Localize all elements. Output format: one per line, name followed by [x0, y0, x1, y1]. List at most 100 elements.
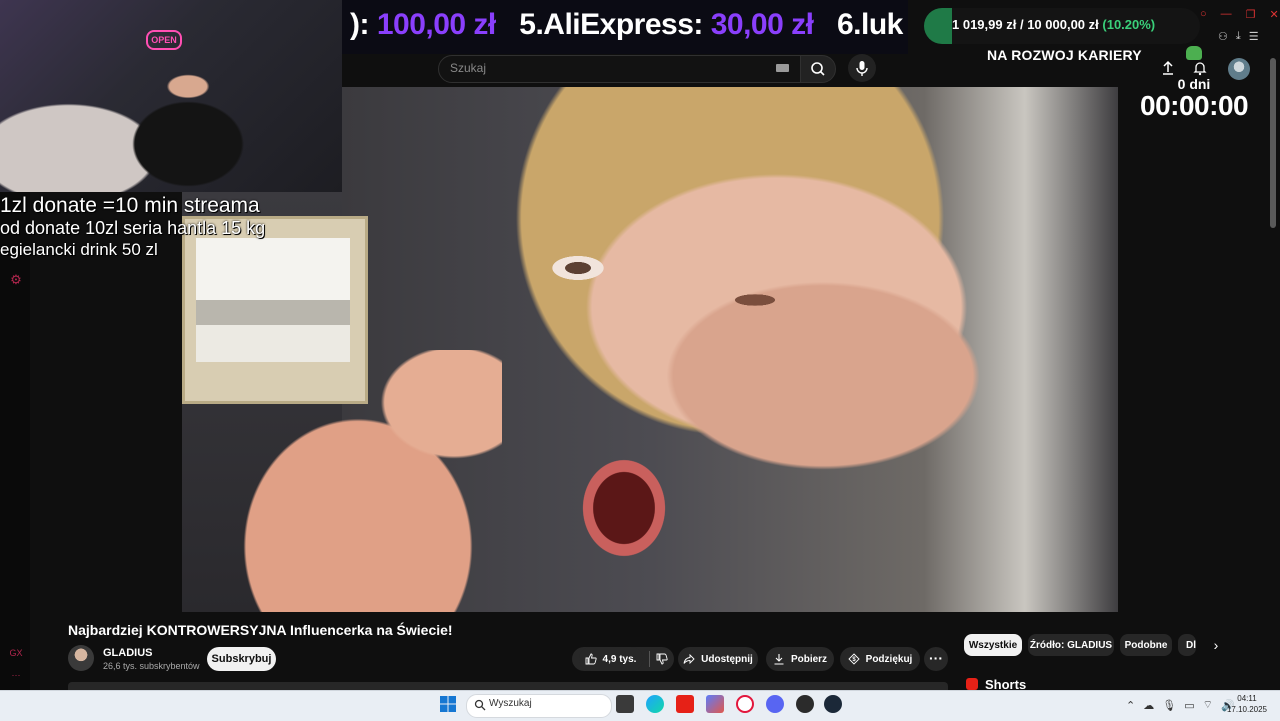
- subathon-timer: 00:00:00: [1140, 90, 1249, 121]
- microphone-icon[interactable]: 🎙: [1162, 699, 1176, 712]
- microphone-icon: [856, 61, 868, 76]
- bell-icon: [1193, 62, 1207, 76]
- goal-current: 1 019,99 zł: [952, 17, 1017, 32]
- chip-truncated[interactable]: Dl: [1178, 634, 1196, 656]
- search-icon[interactable]: ○: [1200, 8, 1207, 24]
- rail-more-icon[interactable]: ···: [8, 670, 24, 680]
- window-controls: ○ — ❐ ✕: [1200, 8, 1280, 24]
- face-eye-wink: [720, 290, 790, 310]
- minimize-icon[interactable]: —: [1221, 8, 1232, 24]
- search-input[interactable]: [438, 55, 802, 83]
- clock-date: 17.10.2025: [1226, 705, 1268, 714]
- left-nav-rail: [0, 192, 30, 690]
- upload-icon: [1163, 60, 1173, 75]
- goal-separator: /: [1019, 17, 1024, 32]
- frog-emote-icon: [1186, 46, 1202, 60]
- video-title: Najbardziej KONTROWERSYJNA Influencerka …: [68, 622, 453, 638]
- browser-toolbar-icons: ⚇ ⤓ ☰: [1218, 30, 1280, 46]
- chevron-up-icon[interactable]: ⌃: [1126, 699, 1135, 712]
- like-dislike-group: 4,9 tys.: [572, 647, 674, 671]
- notifications-button[interactable]: [1192, 60, 1208, 76]
- windows-logo-icon: [440, 696, 456, 712]
- goal-target: 10 000,00 zł: [1027, 17, 1099, 32]
- thanks-button[interactable]: $ Podziękuj: [840, 647, 920, 671]
- ticker-item-5: 5.AliExpress:: [519, 8, 703, 41]
- shorts-icon: [966, 678, 978, 690]
- search-icon: [474, 698, 486, 711]
- channel-subscribers: 26,6 tys. subskrybentów: [103, 661, 200, 671]
- subscribe-button[interactable]: Subskrybuj: [207, 647, 276, 671]
- search-button[interactable]: [800, 55, 836, 83]
- obs-icon[interactable]: [796, 695, 814, 713]
- donation-goal-fill: [924, 8, 953, 44]
- start-button[interactable]: [440, 696, 456, 712]
- share-button[interactable]: Udostępnij: [678, 647, 758, 671]
- ticker-item-6: 6.luk: [836, 8, 903, 41]
- face-mouth: [576, 452, 672, 564]
- goal-label: NA ROZWOJ KARIERY: [987, 47, 1142, 63]
- thanks-label: Podziękuj: [865, 653, 913, 665]
- search-icon: [811, 62, 825, 76]
- system-tray: ⌃ ☁ 🎙 ▭ ⌔ 🔊: [1126, 697, 1235, 713]
- wifi-icon[interactable]: ⌔: [1203, 698, 1213, 712]
- page-scrollbar[interactable]: [1270, 58, 1276, 228]
- opera-gx-icon[interactable]: [736, 695, 754, 713]
- account-avatar[interactable]: [1228, 58, 1250, 80]
- snipping-tool-icon[interactable]: [706, 695, 724, 713]
- ticker-text: ): 100,00 zł 5.AliExpress: 30,00 zł 6.lu…: [350, 8, 903, 42]
- taskbar-clock[interactable]: 04:11 17.10.2025: [1224, 693, 1270, 715]
- more-actions-button[interactable]: ···: [924, 647, 948, 671]
- like-divider: [648, 651, 650, 667]
- streamer-webcam: [0, 0, 342, 192]
- like-count: 4,9 tys.: [602, 653, 637, 665]
- edge-icon[interactable]: [646, 695, 664, 713]
- keyboard-icon[interactable]: [776, 64, 789, 72]
- goal-percent: (10.20%): [1102, 17, 1156, 32]
- windows-taskbar: [0, 690, 1280, 721]
- super-thanks-icon: $: [848, 653, 860, 665]
- chevron-right-icon[interactable]: ›: [1208, 636, 1224, 654]
- restore-icon[interactable]: ❐: [1246, 8, 1256, 24]
- ticker-prefix: ):: [350, 8, 369, 41]
- ticker-amount-5: 30,00 zł: [710, 8, 814, 41]
- voice-search-button[interactable]: [848, 54, 876, 82]
- share-label: Udostępnij: [701, 653, 753, 665]
- settings-icon[interactable]: ⚙: [8, 272, 24, 288]
- description-box[interactable]: [68, 682, 948, 690]
- donation-goal-text: 1 019,99 zł / 10 000,00 zł (10.20%): [952, 17, 1155, 32]
- download-icon: [774, 654, 784, 665]
- clock-time: 04:11: [1237, 694, 1257, 703]
- neon-open-sign: OPEN: [146, 30, 182, 50]
- search-placeholder: Szukaj: [450, 61, 487, 75]
- like-button[interactable]: 4,9 tys.: [578, 647, 643, 671]
- donation-ticker: ): 100,00 zł 5.AliExpress: 30,00 zł 6.lu…: [342, 0, 908, 54]
- chip-similar[interactable]: Podobne: [1120, 634, 1172, 656]
- chip-source[interactable]: Źródło: GLADIUS: [1028, 634, 1114, 656]
- share-icon: [683, 653, 695, 665]
- taskbar-search-placeholder: Wyszukaj: [489, 698, 532, 709]
- menu-icon[interactable]: ☰: [1249, 30, 1259, 46]
- donate-rule-3: egielancki drink 50 zl: [0, 240, 158, 259]
- task-view-icon[interactable]: [616, 695, 634, 713]
- steam-icon[interactable]: [824, 695, 842, 713]
- taskbar-search-input[interactable]: [466, 694, 612, 718]
- download-icon[interactable]: ⤓: [1236, 30, 1241, 46]
- channel-avatar[interactable]: [68, 645, 94, 671]
- chip-all[interactable]: Wszystkie: [964, 634, 1022, 656]
- close-icon[interactable]: ✕: [1270, 8, 1279, 24]
- channel-name[interactable]: GLADIUS: [103, 647, 153, 659]
- download-button[interactable]: Pobierz: [766, 647, 834, 671]
- upload-button[interactable]: [1160, 60, 1176, 76]
- thumbs-up-hand: [182, 350, 502, 612]
- ticker-amount-1: 100,00 zł: [376, 8, 496, 41]
- picture-frame-art: [196, 238, 350, 362]
- youtube-app-icon[interactable]: [676, 695, 694, 713]
- donate-rule-2: od donate 10zl seria hantla 15 kg: [0, 218, 266, 238]
- thumbs-down-icon[interactable]: [656, 653, 668, 665]
- face-eye-open: [548, 254, 608, 282]
- profile-icon[interactable]: ⚇: [1218, 30, 1228, 46]
- display-icon[interactable]: ▭: [1184, 699, 1194, 712]
- discord-icon[interactable]: [766, 695, 784, 713]
- cloud-icon[interactable]: ☁: [1143, 699, 1154, 712]
- rail-logo-icon[interactable]: GX: [8, 648, 24, 658]
